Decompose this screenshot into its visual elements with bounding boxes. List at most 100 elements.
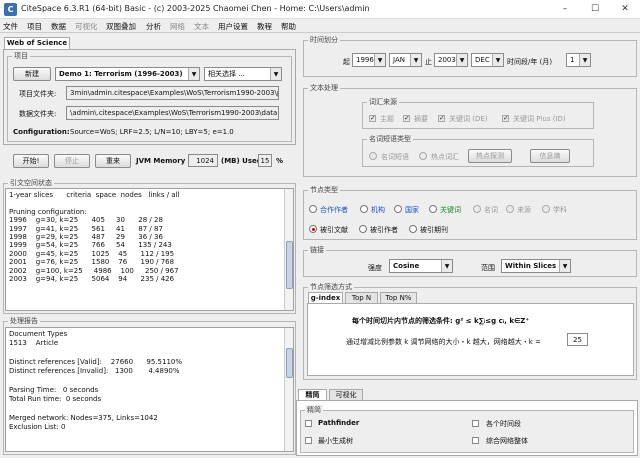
project-dir-field[interactable]: 3min\admin.citespace\Examples\WoS\Terror… (66, 86, 279, 100)
strength-select[interactable]: Cosine ▼ (389, 259, 453, 273)
term-type-noun-radio[interactable] (369, 152, 377, 160)
chevron-down-icon: ▼ (270, 68, 281, 80)
menu-project[interactable]: 项目 (27, 21, 42, 32)
to-month-select[interactable]: DEC ▼ (471, 53, 504, 67)
node-category-radio[interactable] (542, 205, 550, 213)
config-value: Source=WoS; LRF=2.5; L/N=10; LBY=5; e=1.… (70, 128, 234, 136)
minimize-button[interactable]: – (550, 0, 580, 19)
node-author-radio[interactable] (309, 205, 317, 213)
menu-text[interactable]: 文本 (194, 21, 209, 32)
node-category-label: 学科 (553, 206, 567, 214)
term-type-burst-radio[interactable] (419, 152, 427, 160)
node-institution-label: 机构 (371, 206, 385, 214)
data-dir-field[interactable]: \admin\.citespace\Examples\WoS\Terrorism… (66, 106, 279, 120)
stop-button[interactable]: 停止 (54, 154, 90, 168)
scroll-thumb[interactable] (286, 241, 293, 289)
maximize-button[interactable]: ☐ (580, 0, 610, 19)
menu-visualize[interactable]: 可视化 (75, 21, 98, 32)
reset-button[interactable]: 重来 (95, 154, 131, 168)
source-abstract-checkbox[interactable] (403, 114, 410, 122)
menu-dual-map[interactable]: 双图叠加 (106, 21, 136, 32)
tab-visualization[interactable]: 可视化 (329, 389, 363, 400)
node-source-radio[interactable] (506, 205, 514, 213)
burst-detect-button[interactable]: 热点探测 (468, 149, 512, 163)
to-label: 止 (425, 58, 432, 66)
used-percent-value: 15 (258, 154, 272, 167)
time-slicing-title: 时间划分 (308, 35, 340, 45)
node-term-radio[interactable] (473, 205, 481, 213)
text-processing-title: 文本处理 (308, 83, 340, 93)
node-term-label: 名词 (484, 206, 498, 214)
slice-length-select[interactable]: 1 ▼ (566, 53, 591, 67)
start-button[interactable]: 开始! (13, 154, 49, 168)
from-year-select[interactable]: 1996 ▼ (352, 53, 386, 67)
scroll-thumb[interactable] (286, 348, 293, 378)
source-title-checkbox[interactable] (369, 114, 376, 122)
term-type-burst-label: 热点词汇 (431, 153, 459, 161)
menu-data[interactable]: 数据 (51, 21, 66, 32)
menu-user-settings[interactable]: 用户设置 (218, 21, 248, 32)
menu-file[interactable]: 文件 (3, 21, 18, 32)
menu-tutorial[interactable]: 教程 (257, 21, 272, 32)
source-de-checkbox[interactable] (438, 114, 445, 122)
node-cited-author-radio[interactable] (359, 225, 367, 233)
k-value-input[interactable]: 25 (567, 333, 588, 346)
app-icon: C (4, 3, 17, 16)
action-select[interactable]: 相关选择 ... ▼ (204, 67, 282, 81)
entropy-button[interactable]: 信息熵 (530, 149, 570, 163)
prune-merged-checkbox[interactable] (472, 437, 479, 444)
tab-pruning[interactable]: 精简 (298, 389, 327, 400)
project-dir-label: 项目文件夹: (19, 90, 57, 98)
pathfinder-checkbox[interactable] (305, 420, 312, 427)
chevron-down-icon: ▼ (579, 54, 590, 66)
to-year-select[interactable]: 2003 ▼ (434, 53, 468, 67)
chevron-down-icon: ▼ (441, 260, 452, 272)
source-id-label: 关键词 Plus (ID) (513, 115, 566, 123)
chevron-down-icon: ▼ (456, 54, 467, 66)
process-report-title: 处理报告 (8, 316, 40, 326)
chevron-down-icon: ▼ (492, 54, 503, 66)
from-month-select[interactable]: JAN ▼ (389, 53, 422, 67)
tab-web-of-science[interactable]: Web of Science (4, 37, 70, 49)
node-country-radio[interactable] (394, 205, 402, 213)
mb-used-label: (MB) Used (221, 157, 262, 165)
node-types-title: 节点类型 (308, 185, 340, 195)
new-project-button[interactable]: 新建 (13, 67, 51, 81)
source-id-checkbox[interactable] (502, 114, 509, 122)
scope-select[interactable]: Within Slices ▼ (501, 259, 571, 273)
node-institution-radio[interactable] (360, 205, 368, 213)
term-type-noun-label: 名词短语 (381, 153, 409, 161)
menu-network[interactable]: 网络 (170, 21, 185, 32)
process-report-scrollbar[interactable] (284, 328, 293, 451)
node-cited-reference-radio[interactable] (309, 225, 317, 233)
node-cited-journal-radio[interactable] (409, 225, 417, 233)
mst-checkbox[interactable] (305, 437, 312, 444)
menu-help[interactable]: 帮助 (281, 21, 296, 32)
pruning-group-title: 精简 (305, 405, 323, 415)
tab-top-n-percent[interactable]: Top N% (380, 292, 417, 303)
space-status-log[interactable]: 1-year slices criteria space nodes links… (5, 188, 294, 311)
links-title: 链接 (308, 245, 326, 255)
project-select[interactable]: Demo 1: Terrorism (1996-2003) ▼ (55, 67, 200, 81)
node-keyword-radio[interactable] (429, 205, 437, 213)
project-group-title: 项目 (12, 51, 30, 61)
window-title: CiteSpace 6.3.R1 (64-bit) Basic - (c) 20… (21, 4, 370, 13)
close-button[interactable]: ✕ (610, 0, 640, 19)
chevron-down-icon: ▼ (410, 54, 421, 66)
scope-label: 范围 (481, 264, 495, 272)
process-report-log[interactable]: Document Types 1513 Article Distinct ref… (5, 327, 294, 452)
prune-slices-checkbox[interactable] (472, 420, 479, 427)
jvm-memory-label: JVM Memory (136, 157, 186, 165)
config-label: Configuration: (13, 128, 70, 136)
menu-bar: 文件 项目 数据 可视化 双图叠加 分析 网络 文本 用户设置 教程 帮助 (0, 19, 640, 33)
term-source-title: 词汇来源 (367, 97, 399, 107)
chevron-down-icon: ▼ (188, 68, 199, 80)
mst-label: 最小生成树 (318, 437, 353, 445)
from-label: 起 (343, 58, 350, 66)
node-cited-reference-label: 被引文献 (320, 226, 348, 234)
strength-label: 强度 (368, 264, 382, 272)
space-status-scrollbar[interactable] (284, 189, 293, 310)
tab-g-index[interactable]: g-index (308, 292, 343, 303)
menu-analysis[interactable]: 分析 (146, 21, 161, 32)
tab-top-n[interactable]: Top N (345, 292, 378, 303)
